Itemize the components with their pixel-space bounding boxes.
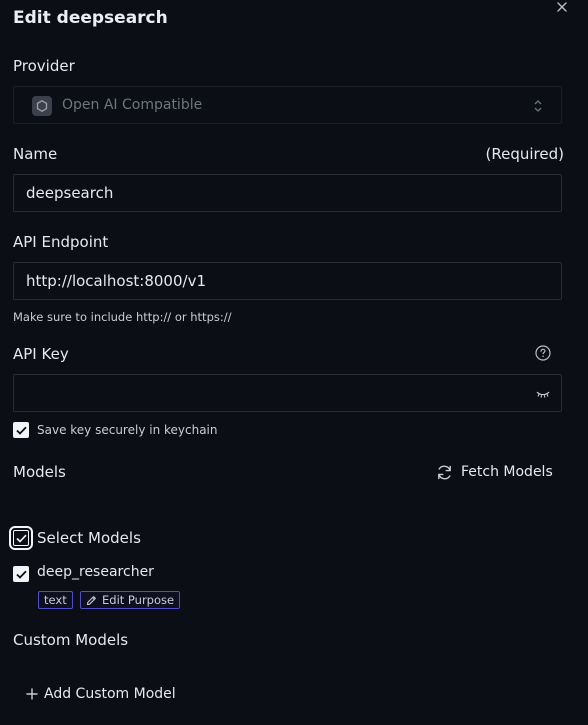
eye-off-icon[interactable] (536, 389, 550, 399)
model-type-tag: text (38, 591, 73, 609)
close-icon[interactable] (556, 1, 568, 13)
add-custom-model-button[interactable]: Add Custom Model (26, 684, 176, 704)
dialog-title: Edit deepsearch (13, 8, 168, 28)
api-key-label: API Key (13, 345, 69, 363)
api-endpoint-field-wrapper (13, 262, 562, 300)
select-all-models-checkbox[interactable] (9, 526, 33, 550)
plus-icon (26, 688, 38, 700)
help-circle-icon[interactable] (535, 345, 551, 361)
fetch-models-button[interactable]: Fetch Models (436, 462, 553, 482)
model-name: deep_researcher (37, 564, 154, 580)
provider-value: Open AI Compatible (62, 97, 203, 113)
api-key-input[interactable] (14, 375, 561, 411)
api-key-field-wrapper (13, 374, 562, 412)
pencil-icon (86, 595, 96, 605)
add-custom-model-label: Add Custom Model (44, 686, 176, 702)
edit-provider-dialog: Edit deepsearch Provider Open AI Compati… (0, 0, 588, 725)
select-models-label: Select Models (37, 529, 141, 547)
api-endpoint-hint: Make sure to include http:// or https:// (13, 310, 232, 324)
refresh-icon (438, 465, 451, 479)
check-icon (15, 534, 27, 543)
name-input[interactable] (14, 175, 561, 211)
check-icon (15, 426, 27, 435)
edit-purpose-button[interactable]: Edit Purpose (80, 591, 181, 609)
save-keychain-label: Save key securely in keychain (37, 423, 218, 437)
name-label: Name (13, 145, 58, 163)
fetch-models-label: Fetch Models (461, 464, 553, 480)
models-label: Models (13, 463, 66, 481)
model-checkbox[interactable] (13, 566, 29, 582)
openai-icon (32, 96, 52, 116)
chevron-up-down-icon (534, 100, 542, 112)
custom-models-label: Custom Models (13, 631, 129, 649)
save-keychain-checkbox[interactable] (13, 422, 29, 438)
api-endpoint-label: API Endpoint (13, 233, 109, 251)
edit-purpose-label: Edit Purpose (102, 593, 175, 607)
check-icon (15, 570, 27, 579)
name-field-wrapper (13, 174, 562, 212)
api-endpoint-input[interactable] (14, 263, 561, 299)
required-indicator: (Required) (485, 145, 564, 163)
provider-label: Provider (13, 57, 75, 75)
provider-select[interactable]: Open AI Compatible (13, 86, 562, 124)
